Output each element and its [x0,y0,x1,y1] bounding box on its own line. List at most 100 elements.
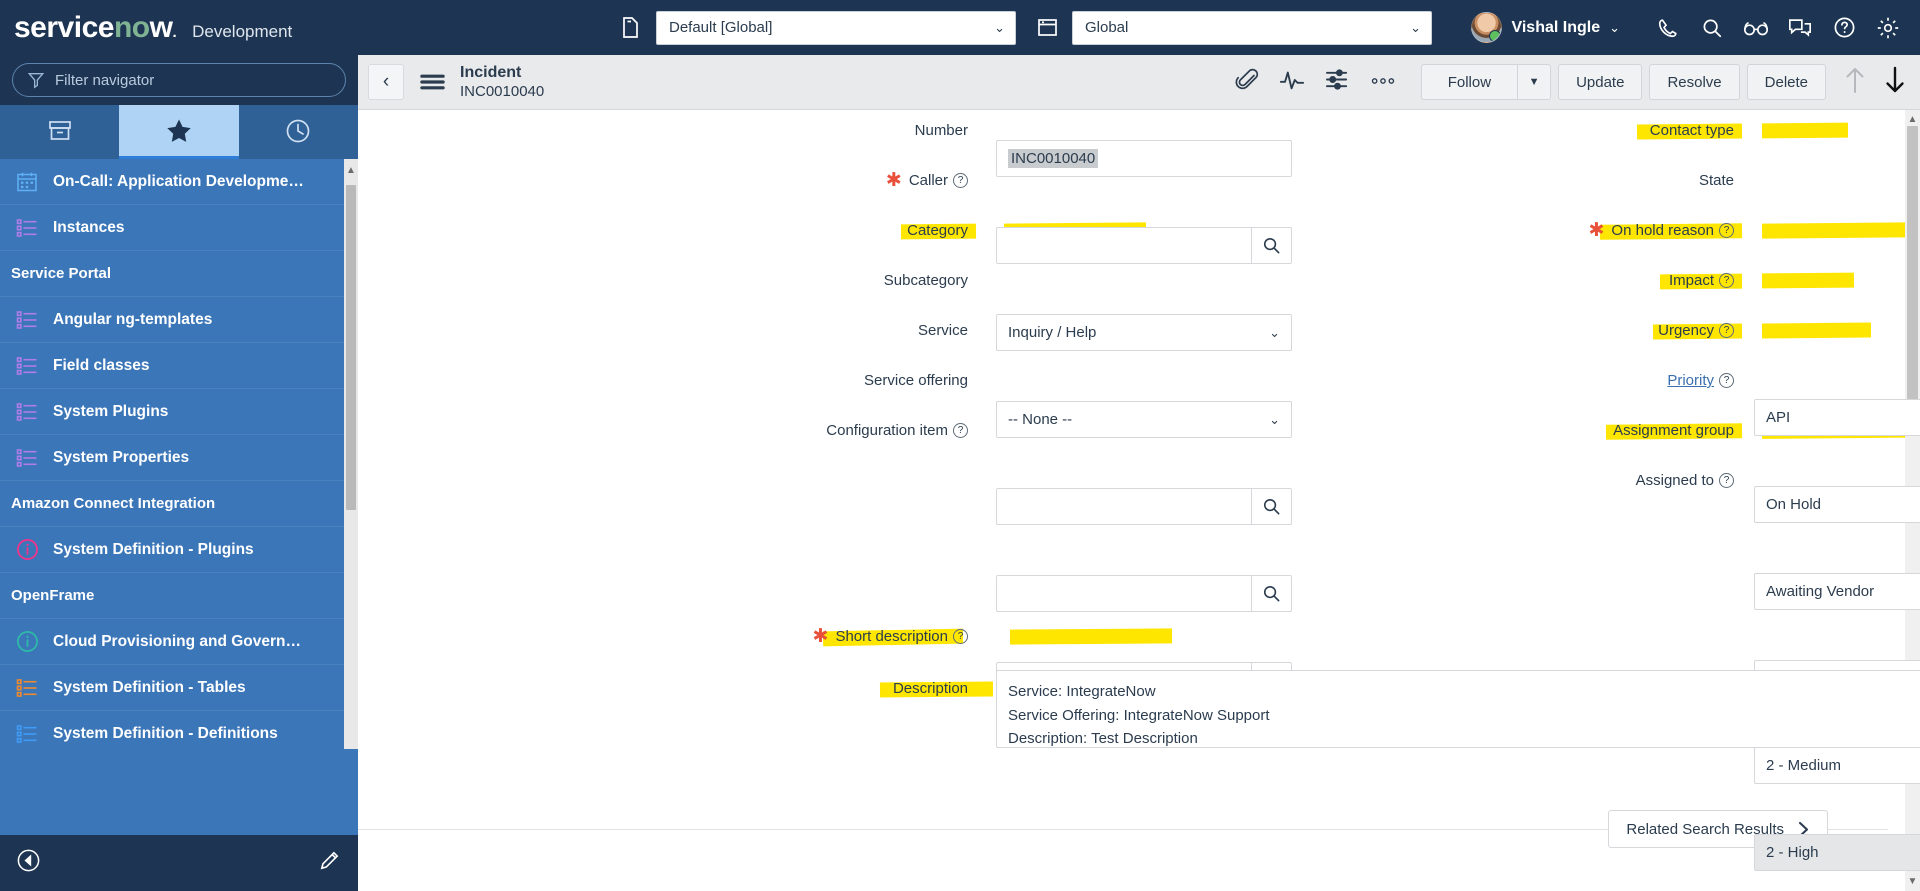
filter-navigator-zone: Filter navigator [0,55,358,105]
help-icon[interactable]: ? [1719,273,1734,288]
sidebar-item-label: Angular ng-templates [53,310,213,328]
field-value: 2 - Medium [1766,757,1842,774]
edit-icon[interactable] [317,848,342,878]
record-title: Incident INC0010040 [460,63,544,101]
sidebar-tab-all-applications[interactable] [0,105,119,159]
list-icon [14,310,40,330]
field-select[interactable]: 2 - Medium⌄ [1754,747,1920,784]
update-button[interactable]: Update [1558,64,1643,100]
filter-navigator[interactable]: Filter navigator [12,63,346,97]
sidebar-item[interactable]: Field classes [0,343,358,389]
scroll-up-icon[interactable]: ▲ [1906,112,1919,127]
star-icon [167,119,191,142]
info-icon [14,538,40,561]
sidebar-scrollbar[interactable]: ▲ [344,159,358,749]
collapse-icon[interactable] [16,848,41,878]
attachment-icon[interactable] [1235,68,1259,97]
scope-select[interactable]: Global ⌄ [1072,10,1432,45]
chat-icon[interactable] [1786,14,1814,42]
search-icon[interactable] [1251,228,1291,263]
personalize-icon[interactable] [1325,68,1350,96]
glasses-icon[interactable] [1742,14,1770,42]
field-value[interactable] [1008,228,1251,263]
activity-icon[interactable] [1279,69,1305,96]
field-select[interactable]: Inquiry / Help ⌄ [996,314,1292,351]
short-description-label-wrap: ✱ Short description? [358,618,968,655]
topbar-actions [1654,0,1910,55]
field-select[interactable]: Awaiting Vendor⌄ [1754,573,1920,610]
field-reference[interactable] [996,488,1292,525]
sidebar-item[interactable]: Angular ng-templates [0,297,358,343]
sidebar-item[interactable]: System Definition - Definitions [0,711,358,749]
topbar-selectors: Default [Global] ⌄ Global ⌄ [614,0,1432,55]
field-control-wrap: On Hold⌄ [1754,486,1920,523]
field-value[interactable] [1008,489,1251,524]
field-value[interactable] [1008,576,1251,611]
sidebar-item-label: On-Call: Application Developme… [53,172,304,190]
sidebar-section-header: Service Portal [0,251,358,297]
chevron-down-icon: ⌄ [1410,19,1421,35]
sidebar-item[interactable]: System Definition - Plugins [0,527,358,573]
field-control-wrap: INC0010040 [996,140,1920,177]
field-text[interactable]: INC0010040 [996,140,1292,177]
sidebar-item-label: System Definition - Plugins [53,540,254,558]
context-menu-icon[interactable] [412,72,452,92]
gear-icon[interactable] [1874,14,1902,42]
field-reference[interactable] [996,575,1292,612]
field-select[interactable]: -- None -- ⌄ [996,401,1292,438]
related-search-results-row: Related Search Results [358,810,1888,848]
follow-dropdown-button[interactable]: ▼ [1517,64,1552,100]
more-icon[interactable] [1370,73,1396,91]
sidebar-tab-favorites[interactable] [119,105,239,159]
sidebar-section-header: Amazon Connect Integration [0,481,358,527]
sidebar-tab-history[interactable] [239,105,358,159]
record-content: ‹ Incident INC0010040 Follow ▼ Update Re… [358,55,1920,891]
scroll-down-icon[interactable]: ▼ [1906,874,1919,889]
application-select[interactable]: Default [Global] ⌄ [656,10,1016,45]
sidebar-nav-list: On-Call: Application Developme… Instances… [0,159,358,749]
list-icon [14,402,40,422]
window-icon[interactable] [1030,11,1064,45]
sidebar-item[interactable]: System Definition - Tables [0,665,358,711]
scroll-up-icon[interactable]: ▲ [345,162,357,178]
resolve-button[interactable]: Resolve [1649,64,1740,100]
page-icon[interactable] [614,11,648,45]
brand-logo[interactable]: servicenow. Development [0,12,292,43]
field-reference[interactable] [996,227,1292,264]
search-icon[interactable] [1251,576,1291,611]
search-icon[interactable] [1698,14,1726,42]
sidebar-item-label: System Definition - Definitions [53,724,278,742]
sidebar-scroll-thumb[interactable] [346,185,356,510]
sidebar-section-header: OpenFrame [0,573,358,619]
back-button[interactable]: ‹ [368,64,404,100]
avatar [1471,12,1503,43]
sidebar-item-label: Cloud Provisioning and Govern… [53,632,302,650]
next-record-icon[interactable] [1884,65,1906,100]
previous-record-icon[interactable] [1844,65,1866,100]
sidebar-item[interactable]: On-Call: Application Developme… [0,159,358,205]
follow-button[interactable]: Follow [1420,64,1518,100]
sidebar-item[interactable]: System Plugins [0,389,358,435]
sidebar-item-label: Amazon Connect Integration [11,495,216,512]
sidebar-item[interactable]: Cloud Provisioning and Govern… [0,619,358,665]
help-icon[interactable]: ? [953,629,968,644]
phone-icon[interactable] [1654,14,1682,42]
help-icon[interactable]: ? [1719,373,1734,388]
list-icon [14,448,40,468]
description-line: Service Offering: IntegrateNow Support [1008,706,1270,724]
help-icon[interactable] [1830,14,1858,42]
delete-button[interactable]: Delete [1746,64,1826,100]
help-icon[interactable]: ? [1719,473,1734,488]
field-select[interactable]: On Hold⌄ [1754,486,1920,523]
sidebar-item[interactable]: System Properties [0,435,358,481]
field-label[interactable]: Priority [1667,372,1714,389]
field-control-wrap: 2 - Medium⌄ [1754,747,1920,784]
field-select[interactable]: API⌄ [1754,399,1920,436]
sidebar-item[interactable]: Instances [0,205,358,251]
search-icon[interactable] [1251,489,1291,524]
short-description-label: Short description [835,628,948,645]
user-menu[interactable]: Vishal Ingle ⌄ [1471,0,1620,55]
sidebar-footer [0,835,358,891]
description-textarea[interactable]: Service: IntegrateNow Service Offering: I… [996,670,1920,748]
list-icon [14,218,40,238]
